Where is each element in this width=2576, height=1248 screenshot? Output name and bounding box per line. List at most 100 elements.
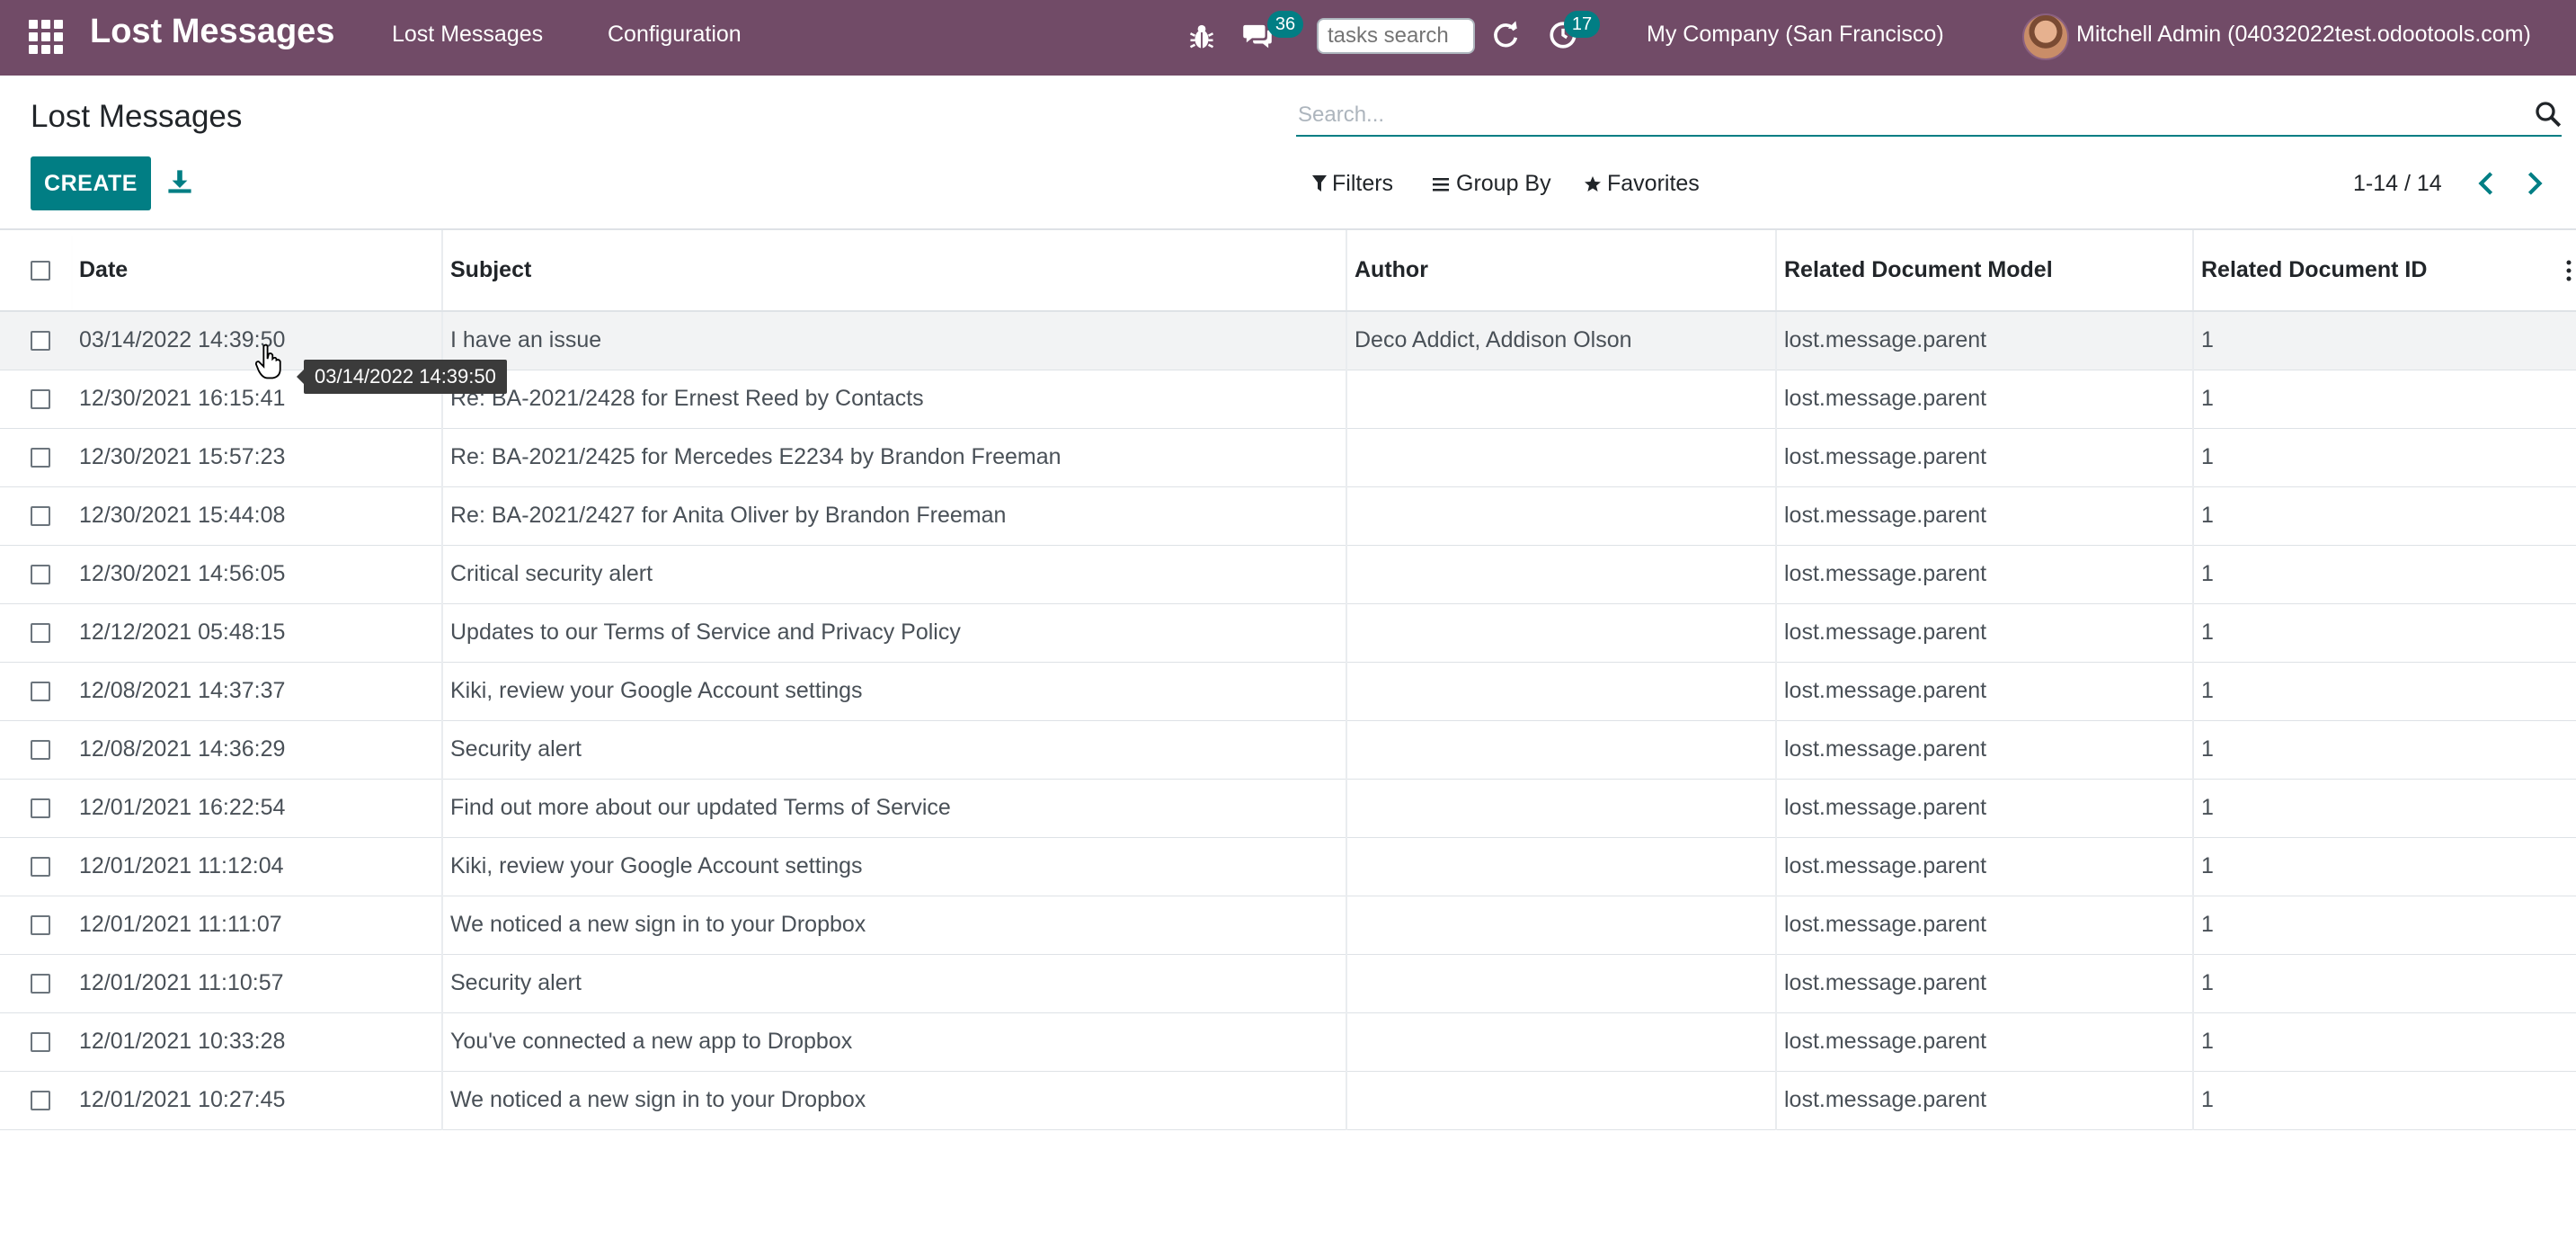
search-icon[interactable] <box>2535 101 2562 128</box>
cell-related-id[interactable]: 1 <box>2192 311 2576 370</box>
cell-related-id[interactable]: 1 <box>2192 720 2576 780</box>
row-checkbox[interactable] <box>31 330 50 351</box>
cell-date[interactable]: 12/01/2021 16:22:54 <box>72 779 442 838</box>
cell-author[interactable] <box>1346 428 1776 487</box>
cell-subject[interactable]: Security alert <box>441 720 1346 780</box>
row-checkbox[interactable] <box>31 798 50 818</box>
cell-author[interactable]: Deco Addict, Addison Olson <box>1346 311 1776 370</box>
cell-related-id[interactable]: 1 <box>2192 837 2576 896</box>
cell-related-model[interactable]: lost.message.parent <box>1775 662 2193 721</box>
row-checkbox[interactable] <box>31 973 50 994</box>
company-switcher[interactable]: My Company (San Francisco) <box>1647 22 1944 48</box>
cell-related-model[interactable]: lost.message.parent <box>1775 779 2193 838</box>
cell-related-id[interactable]: 1 <box>2192 545 2576 604</box>
cell-related-model[interactable]: lost.message.parent <box>1775 370 2193 429</box>
cell-related-model[interactable]: lost.message.parent <box>1775 954 2193 1013</box>
cell-author[interactable] <box>1346 662 1776 721</box>
cell-related-model[interactable]: lost.message.parent <box>1775 720 2193 780</box>
table-row[interactable]: 12/01/2021 11:10:57 Security alert lost.me… <box>0 954 2576 1013</box>
kebab-menu-icon[interactable] <box>2563 259 2574 282</box>
select-all-checkbox[interactable] <box>31 260 50 281</box>
cell-author[interactable] <box>1346 1071 1776 1130</box>
table-row[interactable]: 12/01/2021 10:27:45 We noticed a new sign… <box>0 1071 2576 1130</box>
cell-related-model[interactable]: lost.message.parent <box>1775 603 2193 663</box>
row-checkbox[interactable] <box>31 1031 50 1052</box>
cell-date[interactable]: 12/08/2021 14:37:37 <box>72 662 442 721</box>
download-icon[interactable] <box>167 169 192 194</box>
cell-subject[interactable]: Kiki, review your Google Account setting… <box>441 837 1346 896</box>
cell-related-model[interactable]: lost.message.parent <box>1775 311 2193 370</box>
cell-author[interactable] <box>1346 1012 1776 1072</box>
table-row[interactable]: 12/01/2021 11:12:04 Kiki, review your Goo… <box>0 837 2576 896</box>
cell-related-id[interactable]: 1 <box>2192 428 2576 487</box>
cell-author[interactable] <box>1346 954 1776 1013</box>
cell-related-id[interactable]: 1 <box>2192 1071 2576 1130</box>
row-checkbox[interactable] <box>31 914 50 935</box>
cell-date[interactable]: 12/01/2021 10:27:45 <box>72 1071 442 1130</box>
column-header-author[interactable]: Author <box>1346 230 1776 312</box>
cell-subject[interactable]: Re: BA-2021/2427 for Anita Oliver by Bra… <box>441 486 1346 546</box>
cell-subject[interactable]: Kiki, review your Google Account setting… <box>441 662 1346 721</box>
table-row[interactable]: 12/08/2021 14:37:37 Kiki, review your Goo… <box>0 662 2576 721</box>
row-checkbox[interactable] <box>31 505 50 526</box>
menu-configuration[interactable]: Configuration <box>608 22 742 48</box>
menu-lost-messages[interactable]: Lost Messages <box>392 22 543 48</box>
table-row[interactable]: 12/30/2021 14:56:05 Critical security ale… <box>0 545 2576 604</box>
cell-subject[interactable]: I have an issue <box>441 311 1346 370</box>
table-row[interactable]: 12/08/2021 14:36:29 Security alert lost.me… <box>0 720 2576 780</box>
cell-subject[interactable]: We noticed a new sign in to your Dropbox <box>441 1071 1346 1130</box>
row-checkbox[interactable] <box>31 622 50 643</box>
row-checkbox[interactable] <box>31 1090 50 1110</box>
avatar[interactable] <box>2022 13 2069 60</box>
create-button[interactable]: CREATE <box>31 156 151 210</box>
table-row[interactable]: 12/01/2021 16:22:54 Find out more about o… <box>0 779 2576 838</box>
cell-date[interactable]: 12/30/2021 15:44:08 <box>72 486 442 546</box>
pager-value[interactable]: 1-14 / 14 <box>2353 171 2442 197</box>
cell-subject[interactable]: Critical security alert <box>441 545 1346 604</box>
cell-subject[interactable]: Re: BA-2021/2428 for Ernest Reed by Cont… <box>441 370 1346 429</box>
tasks-search-input[interactable] <box>1317 18 1475 54</box>
cell-related-model[interactable]: lost.message.parent <box>1775 428 2193 487</box>
filters-button[interactable]: Filters <box>1312 171 1393 197</box>
bug-icon[interactable] <box>1188 22 1215 52</box>
cell-date[interactable]: 12/01/2021 11:10:57 <box>72 954 442 1013</box>
cell-date[interactable]: 12/01/2021 11:11:07 <box>72 896 442 955</box>
cell-subject[interactable]: Updates to our Terms of Service and Priv… <box>441 603 1346 663</box>
cell-related-model[interactable]: lost.message.parent <box>1775 486 2193 546</box>
cell-author[interactable] <box>1346 837 1776 896</box>
row-checkbox[interactable] <box>31 681 50 701</box>
table-row[interactable]: 12/30/2021 15:57:23 Re: BA-2021/2425 for … <box>0 428 2576 487</box>
cell-related-model[interactable]: lost.message.parent <box>1775 1071 2193 1130</box>
column-header-related-model[interactable]: Related Document Model <box>1775 230 2193 312</box>
column-header-date[interactable]: Date <box>72 230 442 312</box>
cell-subject[interactable]: Find out more about our updated Terms of… <box>441 779 1346 838</box>
cell-author[interactable] <box>1346 720 1776 780</box>
row-checkbox[interactable] <box>31 388 50 409</box>
favorites-button[interactable]: Favorites <box>1584 171 1700 197</box>
cell-subject[interactable]: Re: BA-2021/2425 for Mercedes E2234 by B… <box>441 428 1346 487</box>
cell-subject[interactable]: Security alert <box>441 954 1346 1013</box>
cell-related-id[interactable]: 1 <box>2192 662 2576 721</box>
cell-subject[interactable]: We noticed a new sign in to your Dropbox <box>441 896 1346 955</box>
cell-related-id[interactable]: 1 <box>2192 603 2576 663</box>
app-brand[interactable]: Lost Messages <box>90 13 334 51</box>
table-row[interactable]: 12/01/2021 10:33:28 You've connected a ne… <box>0 1012 2576 1072</box>
group-by-button[interactable]: Group By <box>1433 171 1551 197</box>
row-checkbox[interactable] <box>31 856 50 877</box>
table-row[interactable]: 12/01/2021 11:11:07 We noticed a new sign… <box>0 896 2576 955</box>
user-menu[interactable]: Mitchell Admin (04032022test.odootools.c… <box>2076 22 2531 48</box>
cell-related-model[interactable]: lost.message.parent <box>1775 545 2193 604</box>
cell-date[interactable]: 12/01/2021 10:33:28 <box>72 1012 442 1072</box>
row-checkbox[interactable] <box>31 564 50 584</box>
cell-date[interactable]: 12/01/2021 11:12:04 <box>72 837 442 896</box>
cell-author[interactable] <box>1346 545 1776 604</box>
cell-date[interactable]: 12/30/2021 14:56:05 <box>72 545 442 604</box>
cell-author[interactable] <box>1346 779 1776 838</box>
cell-related-id[interactable]: 1 <box>2192 370 2576 429</box>
row-checkbox[interactable] <box>31 739 50 760</box>
cell-related-id[interactable]: 1 <box>2192 779 2576 838</box>
table-row[interactable]: 12/30/2021 15:44:08 Re: BA-2021/2427 for … <box>0 486 2576 546</box>
cell-related-model[interactable]: lost.message.parent <box>1775 896 2193 955</box>
row-checkbox[interactable] <box>31 447 50 468</box>
apps-grid-icon[interactable] <box>29 20 63 54</box>
